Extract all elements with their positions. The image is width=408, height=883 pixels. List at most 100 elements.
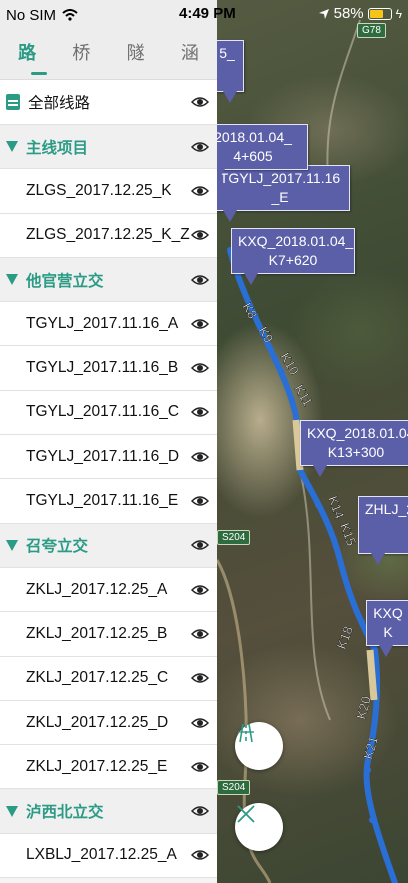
km-label: K15: [337, 521, 359, 548]
route-item-label: ZKLJ_2017.12.25_D: [26, 713, 169, 731]
route-item[interactable]: ZKLJ_2017.12.25_B: [0, 612, 217, 657]
route-item[interactable]: TGYLJ_2017.11.16_C: [0, 390, 217, 436]
tab-road[interactable]: 路: [0, 39, 54, 71]
map-callout[interactable]: KXQ_2018.01.04 K13+300: [300, 420, 408, 477]
route-group-header[interactable]: 他官营立交: [0, 257, 217, 303]
expand-triangle-icon: [6, 274, 18, 286]
visibility-eye-icon[interactable]: [191, 449, 209, 465]
route-item[interactable]: TGYLJ_2017.11.16_B: [0, 346, 217, 391]
route-panel: No SIM 路 桥 隧 涵 全部线路 主线项目 ZLGS_2017.12.25_…: [0, 0, 217, 883]
route-item-label: TGYLJ_2017.11.16_C: [26, 403, 180, 421]
route-item[interactable]: ZLGS_2017.12.25_K_Z: [0, 213, 217, 258]
battery-icon: [367, 7, 392, 20]
route-item[interactable]: ZKLJ_2017.12.25_A: [0, 567, 217, 613]
route-item[interactable]: LXBLJ_2017.12.25_A: [0, 833, 217, 879]
row-label: 全部线路: [28, 95, 91, 112]
km-label: K20: [353, 695, 373, 721]
visibility-eye-icon[interactable]: [191, 670, 209, 686]
visibility-eye-icon[interactable]: [191, 803, 209, 819]
route-item-label: TGYLJ_2017.11.16_E: [26, 492, 179, 510]
tab-culvert[interactable]: 涵: [163, 39, 217, 71]
route-item[interactable]: ZKLJ_2017.12.25_C: [0, 656, 217, 701]
route-item-label: ZLGS_2017.12.25_K: [26, 181, 172, 199]
category-tabs: 路 桥 隧 涵: [0, 30, 217, 80]
status-time: 4:49 PM: [179, 5, 236, 22]
km-label: K14: [325, 494, 347, 521]
visibility-eye-icon[interactable]: [191, 493, 209, 509]
group-label: 泸西北立交: [26, 804, 104, 822]
road-icon: [6, 94, 20, 110]
group-label: 主线项目: [26, 139, 89, 157]
status-right: 58% ϟ: [318, 5, 402, 22]
route-item[interactable]: TGYLJ_2017.11.16_A: [0, 302, 217, 347]
visibility-eye-icon[interactable]: [191, 316, 209, 332]
charging-icon: ϟ: [395, 6, 402, 21]
route-group-header[interactable]: 主线项目: [0, 125, 217, 170]
group-label: 他官营立交: [26, 272, 104, 290]
callout-text: KXQ: [373, 605, 403, 621]
tab-tunnel[interactable]: 隧: [109, 39, 163, 71]
road-badge: S204: [217, 780, 251, 795]
route-item-label: ZKLJ_2017.12.25_E: [26, 757, 168, 775]
route-item-label: ZLGS_2017.12.25_K_Z: [26, 226, 190, 244]
visibility-eye-icon[interactable]: [191, 759, 209, 775]
callout-text: TGYLJ_2017.11.16: [219, 170, 341, 186]
visibility-eye-icon[interactable]: [191, 227, 209, 243]
tab-indicator: [31, 72, 47, 75]
visibility-eye-icon[interactable]: [191, 272, 209, 288]
visibility-eye-icon[interactable]: [191, 537, 209, 553]
close-icon: [237, 805, 255, 823]
route-item[interactable]: ZLGS_2017.12.25_K: [0, 169, 217, 214]
expand-triangle-icon: [6, 141, 18, 153]
route-item[interactable]: ZKLJ_2017.12.25_D: [0, 700, 217, 746]
visibility-eye-icon[interactable]: [191, 847, 209, 863]
route-item-label: ZKLJ_2017.12.25_A: [26, 580, 168, 598]
route-group-header[interactable]: 召夸立交: [0, 523, 217, 568]
km-label: K21: [360, 735, 380, 761]
wifi-icon: [62, 9, 78, 21]
route-item-label: LXBLJ_2017.12.25_A: [26, 846, 177, 864]
route-item[interactable]: TGYLJ_2017.11.16_D: [0, 435, 217, 480]
map-callout[interactable]: TGYLJ_2017.11.16 _E: [210, 165, 350, 222]
road-badge: S204: [217, 530, 251, 545]
route-item[interactable]: ZKLJ_2017.12.25_E: [0, 745, 217, 790]
callout-text: 5_: [219, 45, 235, 61]
route-item-label: TGYLJ_2017.11.16_D: [26, 447, 180, 465]
map-callout[interactable]: ZHLJ_2: [358, 496, 408, 565]
road-layer-button[interactable]: [235, 722, 283, 770]
callout-text: KXQ_2018.01.04: [307, 425, 408, 441]
highway-badge: G78: [357, 23, 386, 38]
visibility-eye-icon[interactable]: [191, 404, 209, 420]
callout-text: 2018.01.04_: [214, 129, 292, 145]
all-routes-row[interactable]: 全部线路: [0, 80, 217, 125]
route-item[interactable]: TGYLJ_2017.11.16_E: [0, 479, 217, 524]
visibility-eye-icon[interactable]: [191, 360, 209, 376]
callout-text: ZHLJ_2: [365, 501, 408, 517]
callout-text: K: [383, 624, 393, 640]
close-button[interactable]: [235, 803, 283, 851]
visibility-eye-icon[interactable]: [191, 94, 209, 110]
road-icon: [238, 723, 254, 743]
visibility-eye-icon[interactable]: [191, 582, 209, 598]
carrier-label: No SIM: [6, 6, 57, 24]
route-line: [227, 247, 398, 883]
map-callout[interactable]: KXQ_2018.01.04_ K7+620: [231, 228, 355, 285]
callout-text: KXQ_2018.01.04_: [238, 233, 354, 249]
route-item-label: ZKLJ_2017.12.25_B: [26, 624, 168, 642]
expand-triangle-icon: [6, 805, 18, 817]
route-item-label: TGYLJ_2017.11.16_A: [26, 314, 179, 332]
callout-text: K13+300: [327, 444, 385, 460]
visibility-eye-icon[interactable]: [191, 715, 209, 731]
expand-triangle-icon: [6, 539, 18, 551]
visibility-eye-icon[interactable]: [191, 183, 209, 199]
callout-text: 4+605: [233, 148, 273, 164]
map-callout[interactable]: KXQ K: [366, 600, 408, 657]
visibility-eye-icon[interactable]: [191, 626, 209, 642]
battery-percent: 58%: [333, 5, 364, 22]
km-label: K18: [334, 624, 356, 651]
route-list: 全部线路 主线项目 ZLGS_2017.12.25_K ZLGS_2017.12.2…: [0, 80, 217, 879]
tab-bridge[interactable]: 桥: [54, 39, 108, 71]
visibility-eye-icon[interactable]: [191, 139, 209, 155]
route-group-header[interactable]: 泸西北立交: [0, 789, 217, 834]
callout-text: _E: [271, 189, 289, 205]
